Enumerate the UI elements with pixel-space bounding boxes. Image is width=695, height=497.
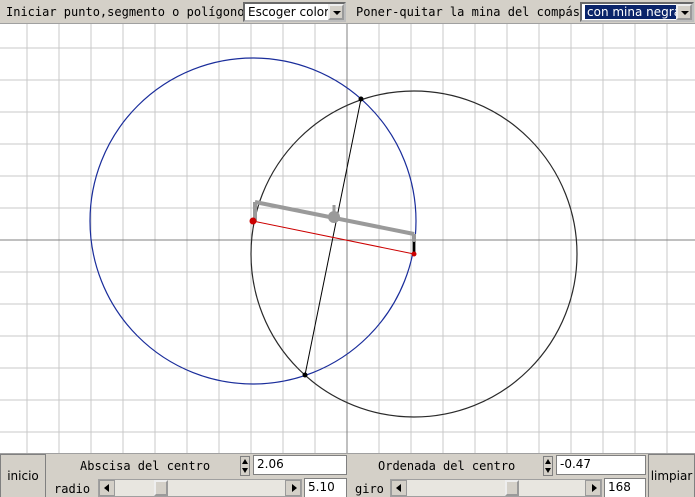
abscisa-spinner[interactable]: [240, 456, 250, 476]
limpiar-button[interactable]: limpiar: [648, 454, 695, 497]
radio-value[interactable]: 5.10: [304, 478, 347, 497]
ordenada-spinner[interactable]: [543, 456, 553, 476]
color-select[interactable]: Escoger color: [243, 2, 346, 22]
compass-lead-select-value: con mina negra: [585, 5, 684, 19]
inicio-button[interactable]: inicio: [0, 454, 46, 497]
ordenada-label: Ordenada del centro: [378, 459, 516, 473]
scroll-left-icon[interactable]: [99, 480, 115, 496]
abscisa-input[interactable]: 2.06: [253, 455, 347, 475]
start-shape-label: Iniciar punto,segmento o polígono: [6, 5, 245, 19]
giro-scrollbar[interactable]: [390, 479, 602, 497]
radio-label: radio: [54, 482, 91, 496]
giro-value[interactable]: 168: [604, 478, 646, 497]
radio-thumb[interactable]: [154, 480, 168, 496]
giro-label: giro: [355, 482, 384, 496]
color-select-value: Escoger color: [248, 5, 330, 19]
compass-pivot-point[interactable]: [249, 217, 257, 225]
radio-scrollbar[interactable]: [98, 479, 302, 497]
abscisa-label: Abscisa del centro: [80, 459, 211, 473]
radius-segment: [252, 220, 415, 255]
control-panel: inicio Abscisa del centro 2.06 radio 5.1…: [0, 453, 695, 497]
chevron-down-icon[interactable]: [328, 4, 344, 20]
ordenada-input[interactable]: -0.47: [556, 455, 646, 475]
scroll-left-icon[interactable]: [391, 480, 407, 496]
compass-lead-point[interactable]: [411, 251, 417, 257]
geometry-canvas[interactable]: [0, 24, 695, 453]
chevron-down-icon[interactable]: [676, 4, 692, 20]
top-toolbar: Iniciar punto,segmento o polígono Escoge…: [0, 0, 695, 24]
intersection-point-bottom[interactable]: [302, 372, 308, 378]
compass-lead-select[interactable]: con mina negra: [580, 2, 694, 22]
intersection-point-top[interactable]: [358, 96, 364, 102]
scroll-right-icon[interactable]: [585, 480, 601, 496]
scroll-right-icon[interactable]: [285, 480, 301, 496]
giro-thumb[interactable]: [505, 480, 520, 496]
compass-lead-label: Poner-quitar la mina del compás: [356, 5, 580, 19]
